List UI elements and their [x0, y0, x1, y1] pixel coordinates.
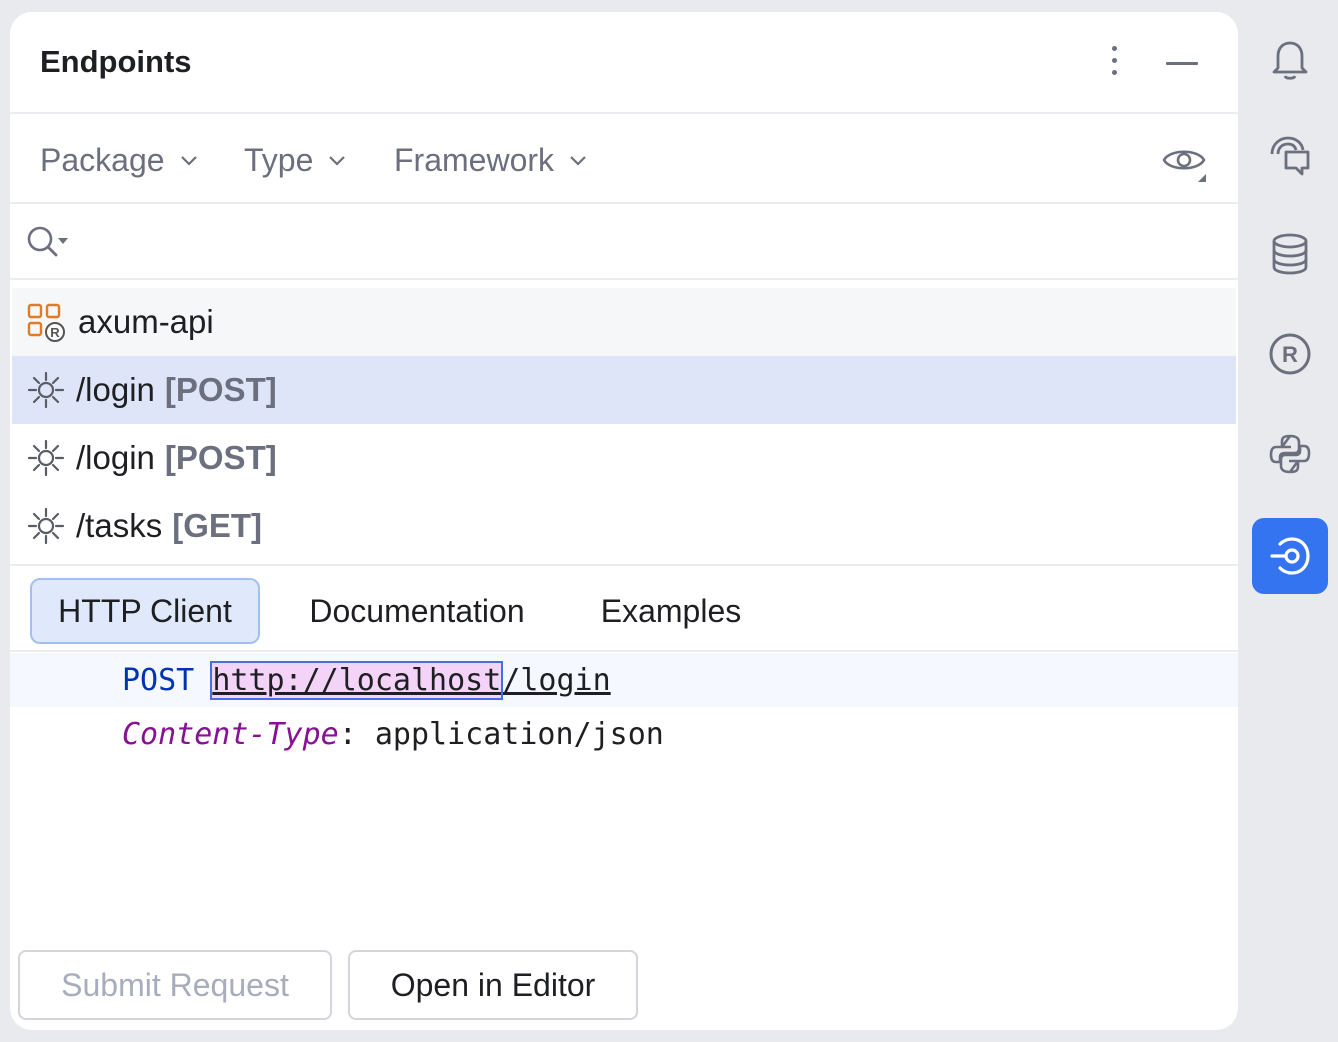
endpoint-method: [POST]: [164, 439, 277, 476]
open-in-editor-button[interactable]: Open in Editor: [348, 950, 638, 1020]
python-icon: [1269, 434, 1311, 474]
filter-bar: Package Type Framework: [10, 116, 1238, 204]
type-filter-dropdown[interactable]: Type: [244, 140, 347, 180]
package-label: axum-api: [78, 303, 214, 340]
header-line[interactable]: Content-Type: application/json: [10, 707, 1238, 761]
endpoint-method: [GET]: [172, 507, 263, 544]
header-name: Content-Type: [122, 716, 339, 752]
chevron-down-icon: [180, 156, 197, 166]
submit-request-button[interactable]: Submit Request: [18, 950, 332, 1020]
panel-header: Endpoints: [10, 12, 1238, 114]
eye-icon[interactable]: [1160, 136, 1208, 184]
search-bar: [10, 206, 1238, 280]
panel-title: Endpoints: [40, 44, 192, 79]
http-method: POST: [122, 662, 195, 698]
chevron-down-icon: [570, 156, 586, 166]
search-icon[interactable]: [24, 222, 70, 262]
notifications-button[interactable]: [1252, 20, 1328, 96]
endpoints-icon: [1270, 537, 1310, 575]
bell-icon: [1272, 41, 1308, 80]
tree-root-package[interactable]: R axum-api: [12, 288, 1236, 356]
request-line[interactable]: POST http://localhost/login: [10, 653, 1238, 707]
python-button[interactable]: [1252, 416, 1328, 492]
svg-text:R: R: [1282, 342, 1298, 367]
endpoint-path: /login: [76, 439, 155, 476]
detail-tabs: HTTP Client Documentation Examples: [10, 564, 1238, 652]
endpoint-method: [POST]: [164, 371, 277, 408]
endpoint-row[interactable]: /tasks [GET]: [12, 492, 1236, 560]
header-separator: :: [338, 716, 357, 752]
database-icon: [1272, 233, 1308, 275]
rust-package-icon: R: [27, 303, 65, 342]
http-request-editor[interactable]: POST http://localhost/login Content-Type…: [10, 652, 1238, 932]
endpoint-icon: [27, 371, 65, 409]
url-host[interactable]: http://localhost: [210, 660, 504, 700]
endpoint-row[interactable]: /login [POST]: [12, 356, 1236, 424]
endpoint-row[interactable]: /login [POST]: [12, 424, 1236, 492]
more-options-icon[interactable]: [1102, 42, 1126, 82]
tab-documentation[interactable]: Documentation: [286, 578, 548, 644]
rust-button[interactable]: R: [1252, 316, 1328, 392]
type-filter-label: Type: [244, 141, 314, 178]
svg-text:R: R: [50, 325, 60, 340]
endpoint-path: /login: [76, 371, 155, 408]
header-value: application/json: [374, 716, 664, 752]
endpoints-tool-button[interactable]: [1252, 518, 1328, 594]
search-input[interactable]: [82, 218, 1202, 266]
endpoint-icon: [27, 507, 65, 545]
endpoint-path: /tasks: [76, 507, 163, 544]
minimize-icon[interactable]: [1162, 46, 1202, 80]
package-filter-label: Package: [40, 141, 165, 178]
endpoint-tree: R axum-api /login [POST] /login [POST] /…: [12, 288, 1236, 560]
ai-chat-button[interactable]: [1252, 118, 1328, 194]
endpoint-icon: [27, 439, 65, 477]
database-button[interactable]: [1252, 216, 1328, 292]
framework-filter-label: Framework: [394, 141, 555, 178]
url-path[interactable]: /login: [502, 663, 610, 698]
ai-chat-icon: [1270, 136, 1310, 176]
tab-http-client[interactable]: HTTP Client: [30, 578, 260, 644]
framework-filter-dropdown[interactable]: Framework: [394, 140, 588, 180]
chevron-down-icon: [329, 156, 346, 166]
package-filter-dropdown[interactable]: Package: [40, 140, 199, 180]
rust-icon: R: [1269, 333, 1311, 375]
tab-examples[interactable]: Examples: [584, 578, 758, 644]
endpoints-panel: Endpoints Package Type Framework R axum-…: [10, 12, 1238, 1030]
